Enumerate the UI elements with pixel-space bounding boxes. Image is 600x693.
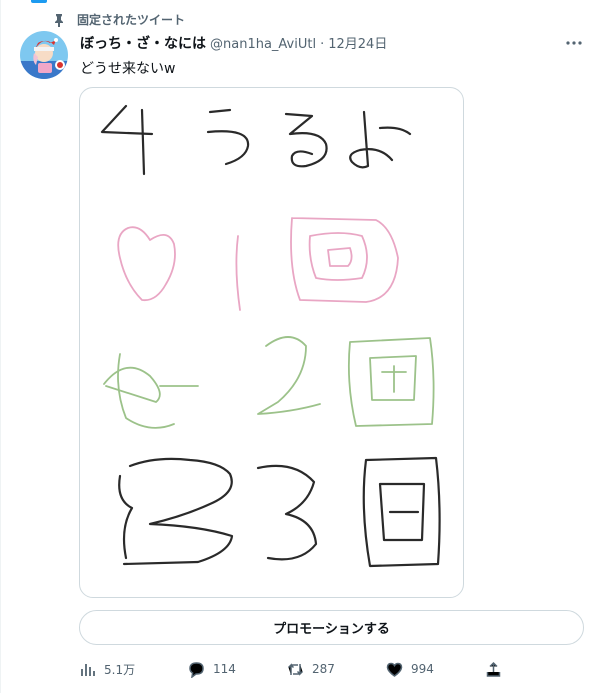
reply-icon <box>189 661 204 678</box>
promote-button[interactable]: プロモーションする <box>79 610 584 645</box>
reply-count: 114 <box>213 662 236 676</box>
pinned-label: 固定されたツイート <box>77 13 186 27</box>
share-icon <box>486 661 501 677</box>
views-count: 5.1万 <box>104 662 136 677</box>
tweet-date[interactable]: 12月24日 <box>328 33 387 52</box>
heart-icon <box>386 662 403 677</box>
like-button[interactable]: 994 <box>386 658 434 680</box>
accent-bar <box>31 0 47 3</box>
author-handle[interactable]: @nan1ha_AviUtl <box>210 37 316 52</box>
tweet-image[interactable] <box>79 87 464 598</box>
retweet-count: 287 <box>312 662 335 676</box>
tweet-text: どうせ来ないw <box>80 61 176 77</box>
pinned-indicator: 固定されたツイート <box>53 11 185 28</box>
like-count: 994 <box>411 662 434 676</box>
share-button[interactable] <box>485 658 502 680</box>
views-button[interactable]: 5.1万 <box>79 658 135 680</box>
tweet-header: ぼっち・ざ・なには @nan1ha_AviUtl · 12月24日 <box>80 33 387 53</box>
retweet-icon <box>287 662 304 676</box>
header-separator: · <box>320 37 325 52</box>
more-icon[interactable] <box>564 33 584 53</box>
tweet-actions: 5.1万 114 287 994 <box>79 658 584 680</box>
author-name[interactable]: ぼっち・ざ・なには <box>80 33 206 53</box>
retweet-button[interactable]: 287 <box>287 658 335 680</box>
analytics-icon <box>81 663 95 676</box>
pinned-tweet[interactable]: 固定されたツイート ぼっち・ざ・なには @nan1ha_AviUtl · 12月… <box>0 0 600 693</box>
pin-icon <box>53 13 65 27</box>
avatar[interactable] <box>20 31 68 79</box>
reply-button[interactable]: 114 <box>188 658 236 680</box>
